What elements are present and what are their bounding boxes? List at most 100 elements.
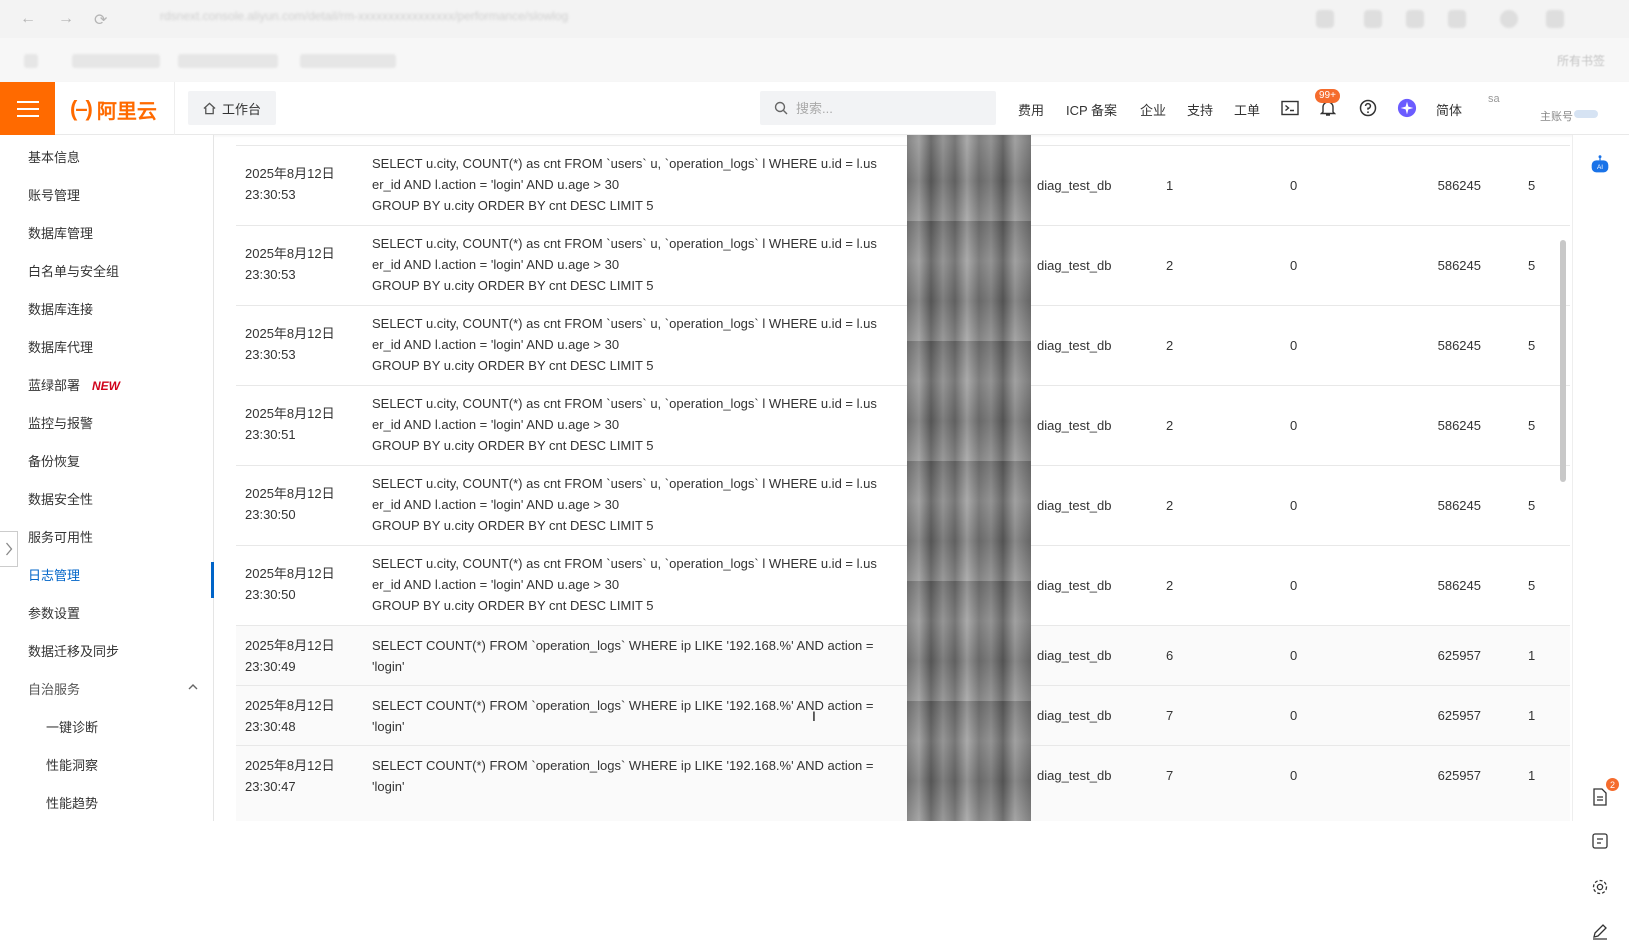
nav-link-ticket[interactable]: 工单 — [1234, 100, 1260, 119]
sidebar-item-logs[interactable]: 日志管理 — [28, 565, 80, 584]
search-icon — [774, 101, 788, 115]
cell-value: 5 — [1528, 178, 1536, 193]
language-switch[interactable]: 简体 — [1436, 100, 1462, 119]
cell-value: 0 — [1290, 708, 1298, 723]
bookmark-item[interactable] — [178, 54, 278, 68]
cell-value: 2 — [1166, 418, 1174, 433]
nav-link-support[interactable]: 支持 — [1187, 100, 1213, 119]
text-cursor-icon: I — [812, 708, 816, 724]
cell-sql: SELECT u.city, COUNT(*) as cnt FROM `use… — [372, 236, 877, 293]
sidebar-item-connection[interactable]: 数据库连接 — [28, 299, 93, 318]
sidebar-item-databases[interactable]: 数据库管理 — [28, 223, 93, 242]
sidebar-item-blue-green[interactable]: 蓝绿部署 NEW — [28, 375, 120, 394]
notification-badge: 99+ — [1315, 89, 1340, 103]
cell-value: 0 — [1290, 768, 1298, 783]
all-bookmarks[interactable]: 所有书签 — [1557, 52, 1605, 69]
table-row: 2025年8月12日 23:30:51 SELECT u.city, COUNT… — [236, 385, 1570, 465]
terminal-icon[interactable] — [1280, 98, 1300, 118]
cell-value: 1 — [1528, 708, 1536, 723]
cell-value: 5 — [1528, 578, 1536, 593]
sidebar-item-accounts[interactable]: 账号管理 — [28, 185, 80, 204]
divider — [174, 82, 175, 135]
extension-icon[interactable] — [1448, 10, 1466, 28]
cell-time: 2025年8月12日 23:30:51 — [245, 406, 335, 442]
redacted-column — [907, 135, 1031, 821]
cell-value: 0 — [1290, 648, 1298, 663]
bookmark-item[interactable] — [72, 54, 160, 68]
sidebar-item-diagnosis[interactable]: 一键诊断 — [46, 717, 98, 736]
cell-db: diag_test_db — [1037, 768, 1112, 783]
sidebar-item-security[interactable]: 数据安全性 — [28, 489, 93, 508]
sidebar-item-migration[interactable]: 数据迁移及同步 — [28, 641, 119, 660]
cell-value: 1 — [1528, 768, 1536, 783]
ai-assistant-icon[interactable] — [1397, 98, 1417, 118]
cell-db: diag_test_db — [1037, 648, 1112, 663]
nav-link-icp[interactable]: ICP 备案 — [1066, 100, 1117, 119]
browser-toolbar: ← → ⟳ rdsnext.console.aliyun.com/detail/… — [0, 0, 1629, 38]
slow-log-table: 2025年8月12日 23:30:53 SELECT u.city, COUNT… — [236, 135, 1570, 821]
help-icon[interactable] — [1358, 98, 1378, 118]
back-icon[interactable]: ← — [20, 10, 36, 28]
cell-value: 2 — [1166, 578, 1174, 593]
sidebar-item-performance-trend[interactable]: 性能趋势 — [46, 793, 98, 812]
cell-time: 2025年8月12日 23:30:47 — [245, 758, 335, 794]
sidebar-item-monitoring[interactable]: 监控与报警 — [28, 413, 93, 432]
cell-value: 5 — [1528, 418, 1536, 433]
sidebar-item-parameters[interactable]: 参数设置 — [28, 603, 80, 622]
cell-value: 586245 — [1437, 338, 1481, 353]
cell-time: 2025年8月12日 23:30:50 — [245, 566, 335, 602]
address-bar[interactable]: rdsnext.console.aliyun.com/detail/rm-xxx… — [160, 9, 1250, 29]
cell-sql: SELECT u.city, COUNT(*) as cnt FROM `use… — [372, 316, 877, 373]
cell-value: 586245 — [1437, 578, 1481, 593]
sidebar-item-performance-insight[interactable]: 性能洞察 — [46, 755, 98, 774]
sidebar-toggle-button[interactable] — [0, 531, 18, 567]
cell-value: 2 — [1166, 258, 1174, 273]
cell-time: 2025年8月12日 23:30:49 — [245, 638, 335, 674]
aliyun-logo[interactable]: (–) 阿里云 — [70, 95, 157, 123]
extension-icon[interactable] — [1316, 10, 1334, 28]
cell-db: diag_test_db — [1037, 178, 1112, 193]
gear-icon[interactable] — [1588, 875, 1612, 899]
cell-sql: SELECT u.city, COUNT(*) as cnt FROM `use… — [372, 476, 877, 533]
table-row: 2025年8月12日 23:30:50 SELECT u.city, COUNT… — [236, 545, 1570, 625]
cell-value: 0 — [1290, 578, 1298, 593]
cell-sql: SELECT COUNT(*) FROM `operation_logs` WH… — [372, 758, 874, 794]
ai-bot-icon[interactable]: AI — [1588, 153, 1612, 177]
menu-icon[interactable] — [1546, 10, 1564, 28]
cell-db: diag_test_db — [1037, 498, 1112, 513]
active-indicator — [211, 562, 214, 598]
cell-value: 5 — [1528, 258, 1536, 273]
workbench-button[interactable]: 工作台 — [188, 91, 276, 125]
extension-icon[interactable] — [1364, 10, 1382, 28]
sidebar-item-basic-info[interactable]: 基本信息 — [28, 147, 80, 166]
extension-icon[interactable] — [1406, 10, 1424, 28]
chevron-up-icon[interactable] — [188, 679, 198, 697]
sidebar-item-availability[interactable]: 服务可用性 — [28, 527, 93, 546]
nav-link-billing[interactable]: 费用 — [1018, 100, 1044, 119]
sidebar-item-backup[interactable]: 备份恢复 — [28, 451, 80, 470]
cell-db: diag_test_db — [1037, 258, 1112, 273]
cell-value: 2 — [1166, 498, 1174, 513]
search-box[interactable] — [760, 91, 996, 125]
cell-value: 7 — [1166, 708, 1174, 723]
account-menu[interactable]: sa 主账号 — [1488, 92, 1598, 123]
sidebar-item-proxy[interactable]: 数据库代理 — [28, 337, 93, 356]
hamburger-menu-icon[interactable] — [0, 82, 55, 135]
feedback-icon[interactable] — [1588, 829, 1612, 853]
forward-icon[interactable]: → — [58, 10, 74, 28]
reload-icon[interactable]: ⟳ — [94, 10, 107, 30]
table-row: 2025年8月12日 23:30:53 SELECT u.city, COUNT… — [236, 305, 1570, 385]
nav-link-enterprise[interactable]: 企业 — [1140, 100, 1166, 119]
edit-icon[interactable] — [1588, 919, 1612, 943]
cell-db: diag_test_db — [1037, 578, 1112, 593]
search-input[interactable] — [796, 100, 976, 116]
profile-icon[interactable] — [1500, 10, 1518, 28]
table-row: 2025年8月12日 23:30:47 SELECT COUNT(*) FROM… — [236, 745, 1570, 821]
sidebar-item-autonomy[interactable]: 自治服务 — [28, 679, 80, 698]
cell-sql: SELECT u.city, COUNT(*) as cnt FROM `use… — [372, 396, 877, 453]
workbench-label: 工作台 — [221, 101, 261, 117]
sidebar-item-whitelist[interactable]: 白名单与安全组 — [28, 261, 119, 280]
cell-value: 0 — [1290, 178, 1298, 193]
table-scrollbar[interactable] — [1560, 240, 1566, 482]
bookmark-item[interactable] — [300, 54, 396, 68]
